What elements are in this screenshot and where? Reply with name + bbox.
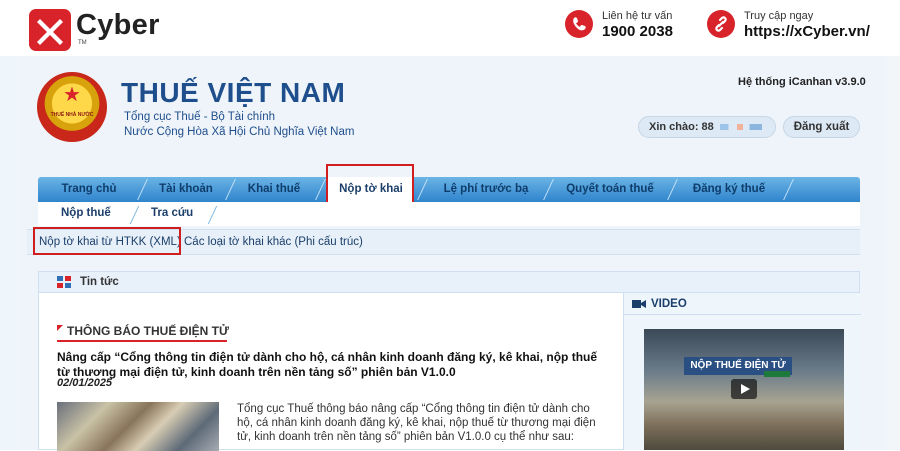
video-player[interactable]: NỘP THUẾ ĐIỆN TỬ (644, 329, 844, 450)
emblem-star-icon: ★ (63, 84, 81, 106)
tab-khai-thue[interactable]: Khai thuế (230, 177, 318, 202)
news-icon (57, 276, 71, 288)
logout-button[interactable]: Đăng xuất (783, 116, 860, 138)
sub-nav: Nộp thuế Tra cứu (38, 202, 860, 226)
hotline-number[interactable]: 1900 2038 (602, 23, 673, 40)
news-headline[interactable]: Nâng cấp “Cổng thông tin điện tử dành ch… (57, 350, 602, 380)
emblem-text: THUẾ NHÀ NƯỚC (50, 112, 94, 118)
subnav-separator (129, 206, 140, 224)
tab-le-phi-truoc-ba[interactable]: Lệ phí trước bạ (424, 177, 548, 202)
brand-bar: Cyber TM Liên hệ tư vấn 1900 2038 Truy c… (0, 0, 900, 56)
main-nav: Trang chủ Tài khoản Khai thuế Nộp tờ kha… (38, 177, 860, 203)
category-underline (57, 340, 227, 342)
play-icon[interactable] (731, 379, 757, 399)
cyber-logo-icon (29, 9, 71, 51)
nav-separator (783, 179, 794, 200)
system-version: Hệ thống iCanhan v3.9.0 (738, 76, 866, 88)
greeting-text: Xin chào: 88 (649, 121, 714, 133)
news-panel: Tin tức THÔNG BÁO THUẾ ĐIỆN TỬ Nâng cấp … (38, 271, 861, 451)
news-category[interactable]: THÔNG BÁO THUẾ ĐIỆN TỬ (57, 324, 229, 338)
access-url[interactable]: https://xCyber.vn/ (744, 23, 870, 40)
link-icon (707, 10, 735, 38)
video-decoration (764, 371, 790, 377)
hotline-label: Liên hệ tư vấn (602, 10, 673, 22)
subnav-separator (207, 206, 218, 224)
news-summary: Tổng cục Thuế thông báo nâng cấp “Cổng t… (237, 403, 596, 443)
user-greeting: Xin chào: 88 (638, 116, 776, 138)
masked-username (719, 124, 762, 131)
tax-emblem-icon: ★ THUẾ NHÀ NƯỚC (37, 72, 107, 142)
news-thumbnail[interactable] (57, 402, 219, 451)
site-subtitle-country: Nước Cộng Hòa Xã Hội Chủ Nghĩa Việt Nam (124, 126, 355, 138)
subtab-nop-thue[interactable]: Nộp thuế (61, 207, 111, 219)
tab-quyet-toan-thue[interactable]: Quyết toán thuế (550, 177, 670, 202)
trademark-mark: TM (78, 40, 87, 46)
news-section-title: Tin tức (80, 276, 119, 288)
tab-dang-ky-thue[interactable]: Đăng ký thuế (674, 177, 784, 202)
access-label: Truy cập ngay (744, 10, 814, 22)
news-header: Tin tức (39, 272, 859, 293)
link-other-declarations[interactable]: Các loại tờ khai khác (Phi cấu trúc) (184, 236, 363, 248)
video-column: VIDEO NỘP THUẾ ĐIỆN TỬ (623, 293, 861, 450)
highlight-htkk-xml (33, 227, 181, 255)
tab-tai-khoan[interactable]: Tài khoản (142, 177, 230, 202)
tab-trang-chu[interactable]: Trang chủ (38, 177, 140, 202)
phone-icon (565, 10, 593, 38)
video-header: VIDEO (624, 293, 861, 315)
brand-name: Cyber (76, 9, 160, 41)
page-scrollbar[interactable] (888, 56, 900, 450)
video-section-title: VIDEO (651, 298, 687, 310)
subtab-tra-cuu[interactable]: Tra cứu (151, 207, 193, 219)
video-camera-icon (632, 300, 646, 308)
site-title: THUẾ VIỆT NAM (121, 77, 346, 108)
news-date: 02/01/2025 (57, 377, 113, 389)
site-subtitle-ministry: Tổng cục Thuế - Bộ Tài chính (124, 111, 276, 123)
